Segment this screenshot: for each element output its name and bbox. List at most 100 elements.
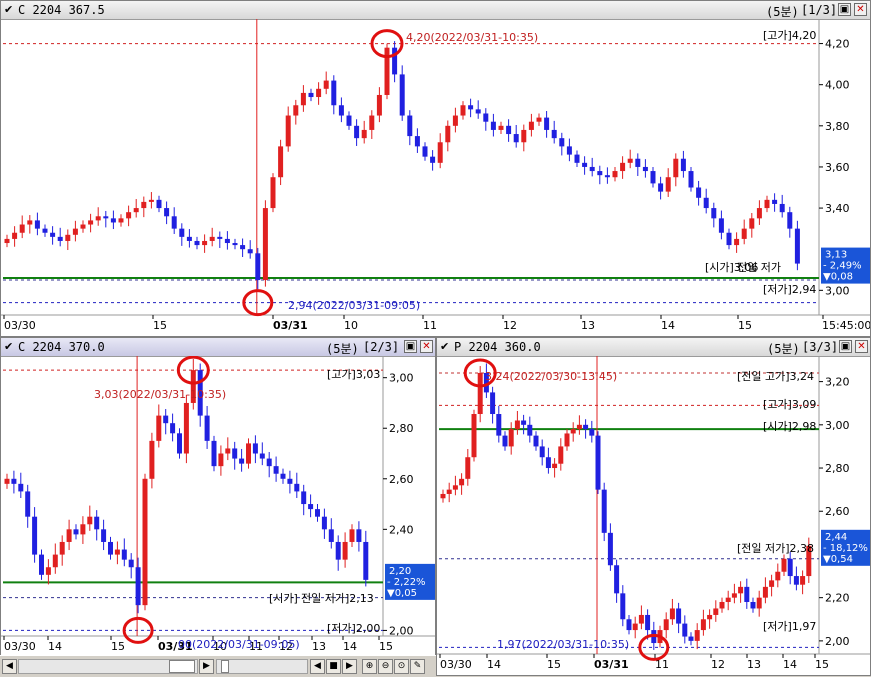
x-tick-label: 15 [738,319,752,332]
candle-body [25,491,31,517]
panel-3-page: [3/3] [802,340,839,354]
candle-body [121,549,127,560]
candle-body [361,129,367,139]
checkbox-icon[interactable]: ✔ [4,340,13,353]
candle-body [496,414,502,436]
close-icon[interactable]: ✕ [855,340,868,353]
candle-body [688,636,694,641]
y-tick-label: 3,80 [825,120,850,133]
candle-body [452,115,458,126]
candle-body [135,567,141,606]
candle-body [696,187,702,198]
candle-body [50,232,56,237]
candle-body [179,228,185,237]
candle-body [73,529,79,535]
last-price: 2,44 [825,532,847,543]
panel-3-title: P 2204 360.0 [454,340,541,354]
candle-body [246,443,251,464]
candle-body [156,199,162,209]
candle-body [32,516,38,555]
candle-body [18,483,24,492]
candle-body [566,146,572,155]
restore-icon[interactable]: ▣ [404,340,417,353]
candle-body [42,228,48,233]
candle-body [446,489,452,494]
candle-body [133,208,139,213]
next-icon[interactable]: ▶ [342,659,357,674]
horizontal-scrollbar[interactable] [18,659,198,674]
x-tick-label: 12 [711,658,725,671]
candle-body [414,136,420,147]
candle-body [635,158,641,167]
candle-body [738,586,744,594]
close-icon[interactable]: ✕ [854,3,867,16]
panel-2-titlebar[interactable]: ✔ C 2204 370.0 (5분) [2/3] ▣ ✕ [1,338,435,357]
candle-body [399,74,405,116]
restore-icon[interactable]: ▣ [839,340,852,353]
candle-body [149,440,155,479]
candle-body [204,415,210,441]
candle-body [731,593,737,598]
x-tick-label: 14 [783,658,797,671]
x-tick-label: 12 [503,319,517,332]
candle-body [533,435,539,447]
checkbox-icon[interactable]: ✔ [440,340,449,353]
candle-body [711,208,717,219]
stop-icon[interactable]: ■ [326,659,341,674]
candle-body [218,453,224,467]
candle-body [658,183,664,192]
y-tick-label: 2,80 [389,422,414,435]
candle-body [108,541,113,555]
panel-1-titlebar[interactable]: ✔ C 2204 367.5 (5분) [1/3] ▣ ✕ [1,1,870,20]
candle-body [369,115,375,130]
candle-body [45,567,51,575]
zoom-reset-icon[interactable]: ⊙ [394,659,409,674]
candle-body [445,125,451,143]
label-prevlow-box: 전일 저가 [737,260,781,274]
candle-body [11,478,17,484]
candle-body [544,117,550,130]
candle-body [506,125,512,135]
candle-body [558,446,564,464]
zoom-slider-thumb[interactable] [221,660,229,673]
zoom-out-icon[interactable]: ⊖ [378,659,393,674]
scroll-right-icon[interactable]: ▶ [199,659,214,674]
candle-body [514,420,520,430]
x-tick-label: 13 [312,640,326,653]
zoom-in-icon[interactable]: ⊕ [362,659,377,674]
panel-3-titlebar[interactable]: ✔ P 2204 360.0 (5분) [3/3] ▣ ✕ [437,338,870,357]
candle-body [349,529,355,542]
candle-body [80,224,86,229]
restore-icon[interactable]: ▣ [838,3,851,16]
candle-body [552,463,558,469]
scrollbar-thumb[interactable] [169,660,195,673]
panel-1-page: [1/3] [801,3,838,17]
scroll-left-icon[interactable]: ◀ [2,659,17,674]
zoom-slider[interactable] [216,659,308,674]
x-tick-label: 03/31 [273,319,308,332]
candle-body [186,236,192,241]
candle-body [452,485,458,490]
candle-body [576,424,582,430]
candle-body [430,156,436,163]
candle-body [164,208,170,217]
candle-body [597,171,603,176]
candle-body [513,134,519,143]
y-tick-label: 3,40 [825,202,850,215]
candle-body [209,236,215,241]
candle-body [101,529,107,542]
chart-panel-3: ✔ P 2204 360.0 (5분) [3/3] ▣ ✕ 3,20 3,00 2,… [436,337,871,676]
candle-body [620,162,626,172]
y-tick-label: 3,20 [825,376,850,389]
prev-icon[interactable]: ◀ [310,659,325,674]
candle-body [713,608,719,615]
candle-body [483,113,489,122]
settings-wrench-icon[interactable]: ✎ [410,659,425,674]
candle-body [750,601,756,609]
panel-1-title: C 2204 367.5 [18,3,105,17]
label-low-note: 2,94(2022/03/31-09:05) [288,299,420,312]
close-icon[interactable]: ✕ [420,340,433,353]
checkbox-icon[interactable]: ✔ [4,3,13,16]
candle-body [110,218,116,223]
panel-3-interval: (5분) [767,342,800,356]
